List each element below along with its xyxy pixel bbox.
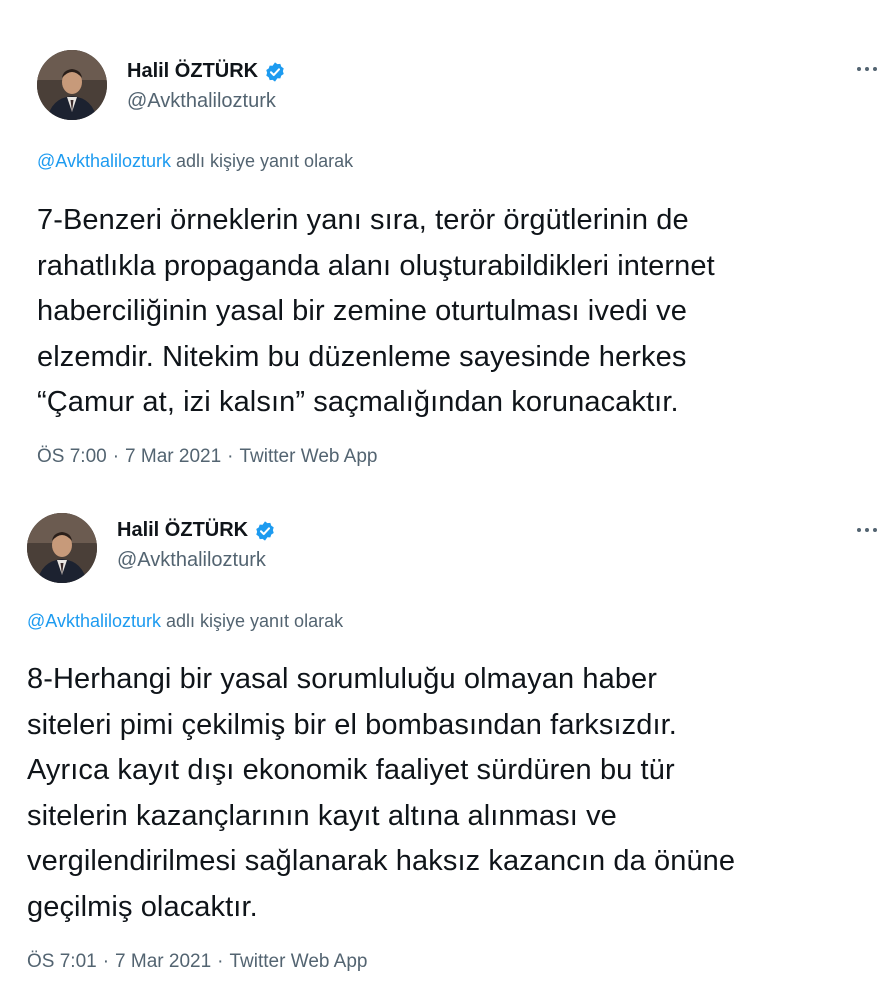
tweet-source[interactable]: Twitter Web App [230, 951, 368, 972]
dot [865, 528, 869, 532]
meta-separator: · [227, 446, 234, 467]
tweet-time[interactable]: ÖS 7:00 [37, 446, 107, 467]
tweet-text-line: “Çamur at, izi kalsın” saçmalığından kor… [37, 386, 679, 418]
avatar[interactable] [37, 50, 107, 120]
tweet-date[interactable]: 7 Mar 2021 [115, 951, 211, 972]
dot [857, 528, 861, 532]
author-handle[interactable]: @Avkthalilozturk [127, 90, 276, 113]
avatar[interactable] [27, 513, 97, 583]
tweet-text-line: vergilendirilmesi sağlanarak haksız kaza… [27, 845, 736, 877]
tweet-meta: ÖS 7:01 · 7 Mar 2021 · Twitter Web App [27, 951, 368, 973]
verified-badge-icon [254, 520, 276, 542]
tweet-text-line: 7-Benzeri örneklerin yanı sıra, terör ör… [37, 204, 689, 236]
meta-separator: · [102, 951, 110, 972]
tweet-text-line: sitelerin kazançlarının kayıt altına alı… [27, 799, 617, 832]
tweet-source[interactable]: Twitter Web App [240, 446, 378, 467]
tweet-text-line: Ayrıca kayıt dışı ekonomik faaliyet sürd… [27, 754, 675, 786]
tweet-text-line: rahatlıkla propaganda alanı oluşturabild… [37, 249, 715, 282]
tweet-text-line: 8-Herhangi bir yasal sorumluluğu olmayan… [27, 663, 658, 695]
tweet-time[interactable]: ÖS 7:01 [27, 951, 97, 972]
tweet: Halil ÖZTÜRK @Avkthalilozturk @Avkthalil… [0, 505, 896, 995]
reply-context: @Avkthalilozturk adlı kişiye yanıt olara… [27, 611, 343, 632]
author-name[interactable]: Halil ÖZTÜRK [127, 60, 258, 83]
dot [857, 67, 861, 71]
dot [873, 67, 877, 71]
meta-separator: · [217, 951, 224, 972]
tweet-meta: ÖS 7:00 · 7 Mar 2021 · Twitter Web App [37, 446, 378, 468]
tweet-date[interactable]: 7 Mar 2021 [125, 446, 221, 467]
tweet-text: 8-Herhangi bir yasal sorumluluğu olmayan… [27, 657, 857, 930]
verified-badge-icon [264, 61, 286, 83]
tweet-text-line: haberciliğinin yasal bir zemine oturtulm… [37, 295, 687, 327]
tweet-text: 7-Benzeri örneklerin yanı sıra, terör ör… [37, 198, 867, 426]
dot [873, 528, 877, 532]
tweet-text-line: siteleri pimi çekilmiş bir el bombasında… [27, 708, 677, 741]
reply-mention-link[interactable]: @Avkthalilozturk [37, 151, 171, 171]
tweet-text-line: geçilmiş olacaktır. [27, 890, 258, 923]
reply-suffix: adlı kişiye yanıt olarak [171, 151, 354, 171]
author-row: Halil ÖZTÜRK [117, 519, 276, 542]
tweet-text-line: elzemdir. Nitekim bu düzenleme sayesinde… [37, 340, 687, 373]
more-options-icon[interactable] [850, 58, 884, 80]
reply-suffix: adlı kişiye yanıt olarak [161, 611, 344, 631]
author-handle[interactable]: @Avkthalilozturk [117, 549, 266, 572]
author-row: Halil ÖZTÜRK [127, 60, 286, 83]
meta-separator: · [112, 446, 120, 467]
reply-context: @Avkthalilozturk adlı kişiye yanıt olara… [37, 151, 353, 172]
dot [865, 67, 869, 71]
reply-mention-link[interactable]: @Avkthalilozturk [27, 611, 161, 631]
tweet: Halil ÖZTÜRK @Avkthalilozturk @Avkthalil… [0, 0, 896, 490]
more-options-icon[interactable] [850, 519, 884, 541]
author-name[interactable]: Halil ÖZTÜRK [117, 519, 248, 542]
